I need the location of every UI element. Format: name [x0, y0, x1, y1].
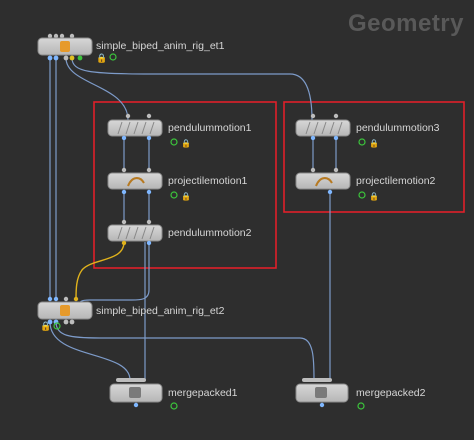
lock-icon: 🔒 [369, 192, 379, 201]
wire [65, 57, 129, 121]
output-connector [146, 240, 152, 246]
lock-icon: 🔒 [40, 321, 51, 331]
output-connector [63, 319, 69, 325]
input-connector [121, 219, 127, 225]
output-connector [319, 402, 325, 408]
ok-flag-icon [358, 138, 366, 146]
merge-packed-icon [315, 387, 327, 398]
input-connector [125, 113, 131, 119]
input-connector [53, 296, 59, 302]
wire-selected [75, 241, 125, 301]
node-label-rig-et1[interactable]: simple_biped_anim_rig_et1 [96, 40, 224, 52]
input-connector [146, 113, 152, 119]
input-connector [63, 296, 69, 302]
input-connector [333, 167, 339, 173]
node-rig-et2[interactable]: 🔒 [37, 296, 93, 331]
input-connector [333, 113, 339, 119]
output-connector [333, 135, 339, 141]
ok-flag-icon [170, 191, 178, 199]
output-connector [327, 189, 333, 195]
input-connector [73, 296, 79, 302]
node-label-pendulummotion3[interactable]: pendulummotion3 [356, 122, 439, 134]
ok-flag-icon [358, 191, 366, 199]
input-connector [121, 167, 127, 173]
lock-icon: 🔒 [96, 53, 107, 63]
wires [49, 57, 337, 381]
output-connector [69, 55, 75, 61]
node-pendulummotion2[interactable] [107, 219, 163, 246]
output-connector [77, 55, 83, 61]
output-connector [310, 135, 316, 141]
output-connector [121, 135, 127, 141]
node-label-pendulummotion1[interactable]: pendulummotion1 [168, 122, 251, 134]
merge-packed-icon [129, 387, 141, 398]
input-connector [47, 296, 53, 302]
output-connector [146, 135, 152, 141]
wire [49, 321, 131, 381]
lock-icon: 🔒 [181, 139, 191, 148]
node-label-mergepacked2[interactable]: mergepacked2 [356, 387, 425, 399]
input-connector [310, 113, 316, 119]
lock-icon: 🔒 [181, 192, 191, 201]
node-mergepacked1[interactable] [109, 378, 178, 410]
node-label-pendulummotion2[interactable]: pendulummotion2 [168, 227, 251, 239]
digital-asset-icon [60, 305, 70, 316]
output-connector [69, 319, 75, 325]
output-connector [63, 55, 69, 61]
input-connector [146, 167, 152, 173]
network-editor-canvas[interactable]: 🔒 🔒 🔒 🔒 🔒 🔒 [0, 0, 474, 440]
input-connector [310, 167, 316, 173]
ok-flag-icon [170, 138, 178, 146]
wire [55, 321, 315, 381]
node-label-projectilemotion2[interactable]: projectilemotion2 [356, 175, 435, 187]
output-connector [121, 240, 127, 246]
output-connector [121, 189, 127, 195]
digital-asset-icon [60, 41, 70, 52]
output-connector [133, 402, 139, 408]
node-label-projectilemotion1[interactable]: projectilemotion1 [168, 175, 247, 187]
output-connector [47, 55, 53, 61]
output-connector [146, 189, 152, 195]
node-label-rig-et2[interactable]: simple_biped_anim_rig_et2 [96, 305, 224, 317]
input-connector [146, 219, 152, 225]
node-mergepacked2[interactable] [295, 378, 365, 410]
node-label-mergepacked1[interactable]: mergepacked1 [168, 387, 237, 399]
wire [79, 242, 150, 305]
network-context-title: Geometry [347, 10, 464, 37]
lock-icon: 🔒 [369, 139, 379, 148]
output-connector [53, 55, 59, 61]
ok-flag-icon [170, 402, 178, 410]
ok-flag-icon [109, 53, 117, 61]
ok-flag-icon [357, 402, 365, 410]
